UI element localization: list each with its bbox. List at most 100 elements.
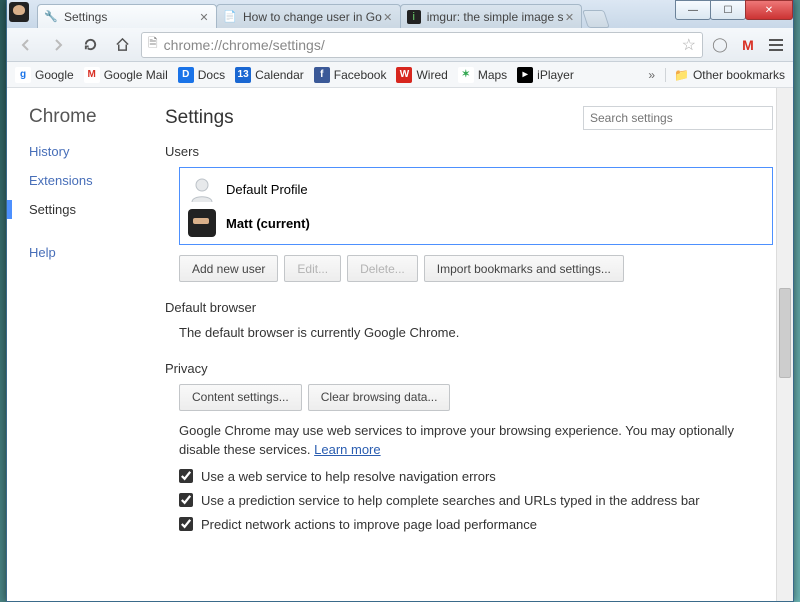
tab-howto[interactable]: 📄 How to change user in Go ✕	[216, 4, 401, 28]
bookmark-item[interactable]: M Google Mail	[84, 67, 168, 83]
bookmark-item[interactable]: g Google	[15, 67, 74, 83]
bookmark-label: Google	[35, 68, 74, 82]
bookmark-icon: ▸	[517, 67, 533, 83]
clear-browsing-data-button[interactable]: Clear browsing data...	[308, 384, 451, 411]
bookmark-label: Google Mail	[104, 68, 168, 82]
tab-settings[interactable]: 🔧 Settings ✕	[37, 4, 217, 28]
gmail-icon[interactable]: M	[737, 34, 759, 56]
overflow-icon[interactable]: »	[648, 68, 655, 82]
brand-title: Chrome	[29, 106, 157, 128]
bookmark-label: Wired	[416, 68, 447, 82]
sidebar-item-settings[interactable]: Settings	[29, 202, 157, 217]
user-row[interactable]: Default Profile	[180, 172, 772, 206]
minimize-button[interactable]: —	[675, 0, 711, 20]
tab-label: Settings	[64, 10, 198, 24]
sidebar-item-history[interactable]: History	[29, 144, 157, 159]
reload-button[interactable]	[77, 32, 103, 58]
section-title: Default browser	[165, 300, 773, 315]
sidebar-item-extensions[interactable]: Extensions	[29, 173, 157, 188]
other-bookmarks[interactable]: 📁 Other bookmarks	[665, 68, 785, 82]
profile-badge-icon[interactable]	[9, 2, 29, 22]
silhouette-icon	[188, 175, 216, 203]
section-title: Privacy	[165, 361, 773, 376]
bookmark-icon: D	[178, 67, 194, 83]
checkbox[interactable]	[179, 469, 193, 483]
section-title: Users	[165, 144, 773, 159]
titlebar: 🔧 Settings ✕ 📄 How to change user in Go …	[7, 0, 793, 28]
bookmark-item[interactable]: D Docs	[178, 67, 225, 83]
content-settings-button[interactable]: Content settings...	[179, 384, 302, 411]
user-name: Default Profile	[226, 182, 308, 197]
content-area: Chrome History Extensions Settings Help …	[7, 88, 793, 601]
section-default-browser: Default browser The default browser is c…	[165, 300, 773, 343]
settings-main: Settings Users Default Profile	[157, 88, 793, 601]
page-icon: 📄	[223, 10, 237, 24]
tab-label: imgur: the simple image s	[427, 10, 564, 24]
default-browser-text: The default browser is currently Google …	[179, 323, 773, 343]
privacy-check-network-predict[interactable]: Predict network actions to improve page …	[179, 517, 773, 532]
folder-icon: 📁	[674, 68, 689, 82]
delete-user-button: Delete...	[347, 255, 418, 282]
bookmark-icon: f	[314, 67, 330, 83]
checkbox-label: Predict network actions to improve page …	[201, 517, 537, 532]
home-button[interactable]	[109, 32, 135, 58]
other-bookmarks-label: Other bookmarks	[693, 68, 785, 82]
bookmark-icon: ✶	[458, 67, 474, 83]
new-tab-button[interactable]	[583, 10, 611, 28]
window-controls: — ☐ ✕	[676, 0, 793, 20]
edit-user-button: Edit...	[284, 255, 341, 282]
bookmark-label: Docs	[198, 68, 225, 82]
bookmark-label: Calendar	[255, 68, 304, 82]
bookmark-item[interactable]: ▸iPlayer	[517, 67, 574, 83]
scrollbar-thumb[interactable]	[779, 288, 791, 378]
close-icon[interactable]: ✕	[198, 11, 210, 23]
bookmark-icon: W	[396, 67, 412, 83]
forward-button[interactable]	[45, 32, 71, 58]
omnibox[interactable]: 🗎 ☆	[141, 32, 703, 58]
import-bookmarks-button[interactable]: Import bookmarks and settings...	[424, 255, 624, 282]
url-input[interactable]	[164, 37, 682, 53]
page-icon: 🗎	[148, 34, 158, 55]
tab-imgur[interactable]: i imgur: the simple image s ✕	[400, 4, 583, 28]
privacy-description: Google Chrome may use web services to im…	[179, 421, 773, 460]
bookmark-item[interactable]: f Facebook	[314, 67, 387, 83]
back-button[interactable]	[13, 32, 39, 58]
page-title: Settings	[165, 107, 234, 129]
imgur-icon: i	[407, 10, 421, 24]
bookmark-label: Maps	[478, 68, 507, 82]
close-icon[interactable]: ✕	[563, 11, 575, 23]
close-button[interactable]: ✕	[745, 0, 793, 20]
sidebar: Chrome History Extensions Settings Help	[7, 88, 157, 601]
bookmark-icon: M	[84, 67, 100, 83]
toolbar: 🗎 ☆ ◯ M	[7, 28, 793, 62]
checkbox[interactable]	[179, 493, 193, 507]
bookmark-icon: g	[15, 67, 31, 83]
bookmarks-bar: g Google M Google Mail D Docs 13Calendar f Faceb…	[7, 62, 793, 88]
scrollbar[interactable]	[776, 88, 793, 601]
checkbox[interactable]	[179, 517, 193, 531]
privacy-check-nav-errors[interactable]: Use a web service to help resolve naviga…	[179, 469, 773, 484]
section-privacy: Privacy Content settings... Clear browsi…	[165, 361, 773, 532]
user-row-current[interactable]: Matt (current)	[180, 206, 772, 240]
menu-button[interactable]	[765, 34, 787, 56]
browser-window: 🔧 Settings ✕ 📄 How to change user in Go …	[6, 0, 794, 602]
bookmark-item[interactable]: 13Calendar	[235, 67, 304, 83]
checkbox-label: Use a prediction service to help complet…	[201, 493, 700, 508]
star-icon[interactable]: ☆	[682, 35, 696, 55]
section-users: Users Default Profile Matt (current)	[165, 144, 773, 282]
bookmark-item[interactable]: W Wired	[396, 67, 447, 83]
search-settings-input[interactable]	[583, 106, 773, 130]
user-name: Matt (current)	[226, 216, 310, 231]
checkbox-label: Use a web service to help resolve naviga…	[201, 469, 496, 484]
extension-icon[interactable]: ◯	[709, 34, 731, 56]
maximize-button[interactable]: ☐	[710, 0, 746, 20]
user-list[interactable]: Default Profile Matt (current)	[179, 167, 773, 245]
sidebar-item-help[interactable]: Help	[29, 245, 157, 260]
bookmark-label: Facebook	[334, 68, 387, 82]
close-icon[interactable]: ✕	[382, 11, 394, 23]
privacy-check-prediction[interactable]: Use a prediction service to help complet…	[179, 493, 773, 508]
learn-more-link[interactable]: Learn more	[314, 442, 380, 457]
add-user-button[interactable]: Add new user	[179, 255, 278, 282]
bookmark-item[interactable]: ✶ Maps	[458, 67, 507, 83]
ninja-icon	[188, 209, 216, 237]
